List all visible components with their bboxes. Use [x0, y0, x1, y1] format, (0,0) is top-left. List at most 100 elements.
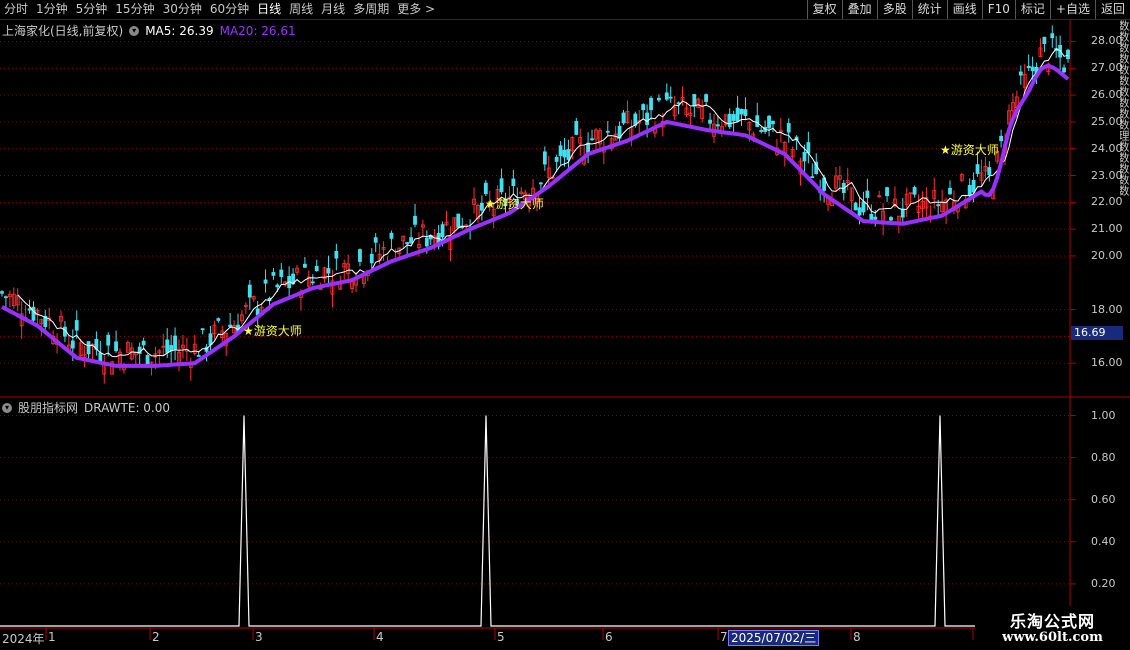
candle-body — [912, 187, 917, 195]
candle-body — [0, 291, 4, 294]
candle-body — [987, 167, 992, 176]
watermark: 乐淘公式网 www.60lt.com — [975, 606, 1130, 650]
side-strip-text: 数数数数数数数数数数理数数数数数 — [1120, 20, 1130, 196]
x-tick-label: 5 — [497, 630, 505, 644]
candlestick-chart[interactable] — [0, 0, 1130, 650]
x-tick-label: 7 — [720, 630, 728, 644]
sub-panel-header: ▾ 股朋指标网 DRAWTE: 0.00 — [2, 399, 170, 416]
sub-y-tick-label: 0.80 — [1091, 450, 1116, 464]
candle-body — [479, 202, 484, 211]
candle-body — [247, 284, 252, 298]
candle-body — [413, 215, 417, 225]
x-tick-label: 8 — [853, 630, 861, 644]
candle-body — [27, 308, 32, 311]
candle-body — [708, 119, 712, 124]
candle-body — [275, 284, 280, 288]
candle-body — [1050, 33, 1055, 39]
y-tick-label: 28.00 — [1091, 34, 1123, 48]
star-icon: ★ — [485, 197, 496, 211]
candle-body — [668, 96, 673, 99]
sub-y-tick-label: 1.00 — [1091, 408, 1116, 422]
candle-body — [424, 237, 429, 247]
candle-body — [200, 328, 205, 331]
candle-body — [456, 213, 461, 228]
candle-body — [971, 179, 976, 193]
y-tick-label: 25.00 — [1091, 114, 1123, 128]
current-price-tag: 16.69 — [1071, 326, 1123, 340]
y-tick-label: 26.00 — [1091, 88, 1123, 102]
candle-body — [98, 352, 103, 362]
candle-body — [326, 268, 331, 274]
candle-body — [889, 217, 893, 221]
candle-body — [405, 242, 410, 245]
candle-body — [216, 318, 221, 321]
candle-body — [318, 288, 323, 291]
signal-label-1: ★游资大师 — [243, 324, 302, 338]
ma20-label: MA20: 26.61 — [219, 23, 296, 38]
sub-y-tick-label: 0.20 — [1091, 576, 1116, 590]
candle-body — [1062, 67, 1066, 73]
candle-body — [173, 335, 177, 350]
candle-body — [900, 208, 905, 218]
candle-body — [409, 237, 413, 244]
candle-body — [731, 114, 736, 121]
candle-body — [369, 253, 374, 264]
candle-body — [857, 207, 862, 216]
x-tick-label: 2024年 — [2, 632, 45, 646]
candle-body — [1066, 49, 1070, 60]
candle-body — [861, 201, 866, 213]
candle-body — [865, 190, 870, 198]
candle-body — [975, 164, 980, 174]
candle-body — [739, 108, 744, 115]
candle-body — [141, 340, 146, 346]
y-tick-label: 16.00 — [1091, 356, 1123, 370]
star-icon: ★ — [243, 324, 254, 338]
candle-body — [948, 187, 952, 195]
candle-body — [106, 334, 111, 346]
candle-body — [802, 151, 807, 162]
indicator-circle-icon[interactable]: ▾ — [2, 402, 12, 413]
candle-body — [499, 178, 504, 193]
candle-body — [1026, 65, 1031, 68]
candle-body — [511, 178, 516, 187]
drawte-spikes — [0, 415, 1068, 627]
sub-y-tick-label: 0.40 — [1091, 534, 1116, 548]
candle-body — [716, 124, 720, 127]
candle-body — [558, 145, 563, 157]
x-tick-label: 4 — [376, 630, 384, 644]
candle-body — [786, 123, 791, 133]
candle-body — [165, 339, 170, 353]
candle-body — [590, 138, 594, 141]
indicator-site-label: 股朋指标网 — [18, 401, 79, 415]
candle-body — [727, 113, 732, 127]
x-tick-label: 2 — [152, 630, 160, 644]
settings-circle-icon[interactable]: ▾ — [129, 25, 140, 36]
candle-body — [31, 306, 36, 321]
candle-body — [271, 272, 276, 276]
candle-body — [936, 204, 941, 207]
candle-body — [755, 115, 760, 127]
candle-body — [704, 94, 709, 102]
x-tick-label: 3 — [255, 630, 263, 644]
candle-body — [743, 109, 748, 116]
candle-body — [621, 112, 626, 124]
sub-grid — [0, 415, 1076, 640]
y-tick-label: 18.00 — [1091, 302, 1123, 316]
signal-label-2: ★游资大师 — [485, 197, 544, 211]
candle-body — [676, 102, 681, 105]
candle-body — [692, 94, 697, 107]
candle-body — [645, 112, 650, 125]
cursor-date: 2025/07/02/三 — [728, 630, 820, 646]
candle-body — [279, 269, 284, 277]
candle-body — [657, 97, 661, 101]
candle-body — [735, 107, 740, 122]
watermark-title: 乐淘公式网 — [1009, 612, 1095, 631]
candle-body — [334, 251, 339, 259]
y-tick-label: 23.00 — [1091, 168, 1123, 182]
candle-body — [483, 182, 488, 195]
candle-body — [562, 149, 567, 158]
y-tick-label: 22.00 — [1091, 195, 1123, 209]
sub-y-tick-label: 0.60 — [1091, 492, 1116, 506]
candle-body — [389, 232, 394, 239]
candle-body — [539, 182, 543, 185]
